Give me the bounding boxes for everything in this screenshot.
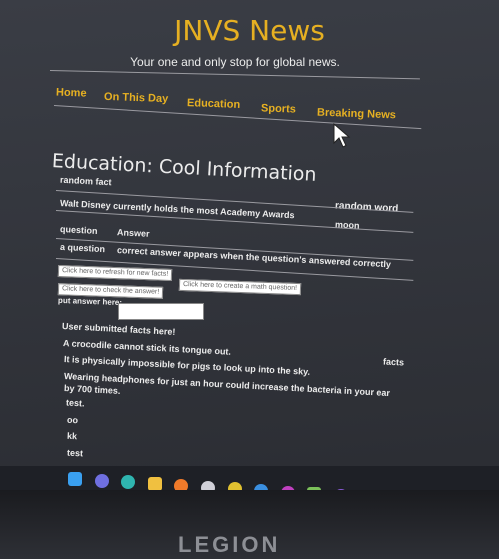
- laptop-brand-logo: LEGION: [178, 532, 281, 557]
- site-tagline: Your one and only stop for global news.: [130, 55, 340, 69]
- answer-header: Answer: [116, 227, 150, 239]
- answer-value: correct answer appears when the question…: [116, 245, 392, 270]
- user-fact-item: kk: [66, 430, 78, 442]
- header-divider: [49, 70, 420, 80]
- user-facts-side-label: facts: [382, 356, 405, 368]
- user-fact-item: A crocodile cannot stick its tongue out.: [62, 338, 232, 357]
- answer-input-label: put answer here:: [57, 295, 123, 308]
- answer-input[interactable]: [118, 303, 204, 320]
- user-fact-item: oo: [66, 414, 79, 426]
- file-explorer-icon[interactable]: [147, 477, 162, 492]
- random-fact-header: random fact: [59, 174, 112, 188]
- user-facts-heading: User submitted facts here!: [61, 321, 176, 337]
- nav-breaking-news[interactable]: Breaking News: [317, 107, 396, 122]
- create-math-question-button[interactable]: Click here to create a math question!: [178, 278, 302, 296]
- user-fact-item: by 700 times.: [63, 383, 121, 396]
- teams-chat-icon[interactable]: [94, 473, 109, 488]
- user-fact-item: test: [66, 447, 84, 459]
- nav-education[interactable]: Education: [187, 97, 241, 111]
- nav-on-this-day[interactable]: On This Day: [104, 91, 169, 105]
- nav-sports[interactable]: Sports: [261, 102, 296, 115]
- refresh-facts-button[interactable]: Click here to refresh for new facts!: [57, 265, 173, 281]
- site-title: JNVS News: [174, 14, 325, 47]
- question-header: question: [59, 224, 98, 236]
- mouse-cursor-icon: [333, 123, 351, 148]
- windows-start-icon[interactable]: [68, 472, 82, 486]
- nav-home[interactable]: Home: [56, 86, 87, 99]
- question-value: a question: [59, 241, 106, 255]
- browser-viewport: JNVS News Your one and only stop for glo…: [0, 0, 499, 507]
- user-fact-item: test.: [65, 397, 85, 409]
